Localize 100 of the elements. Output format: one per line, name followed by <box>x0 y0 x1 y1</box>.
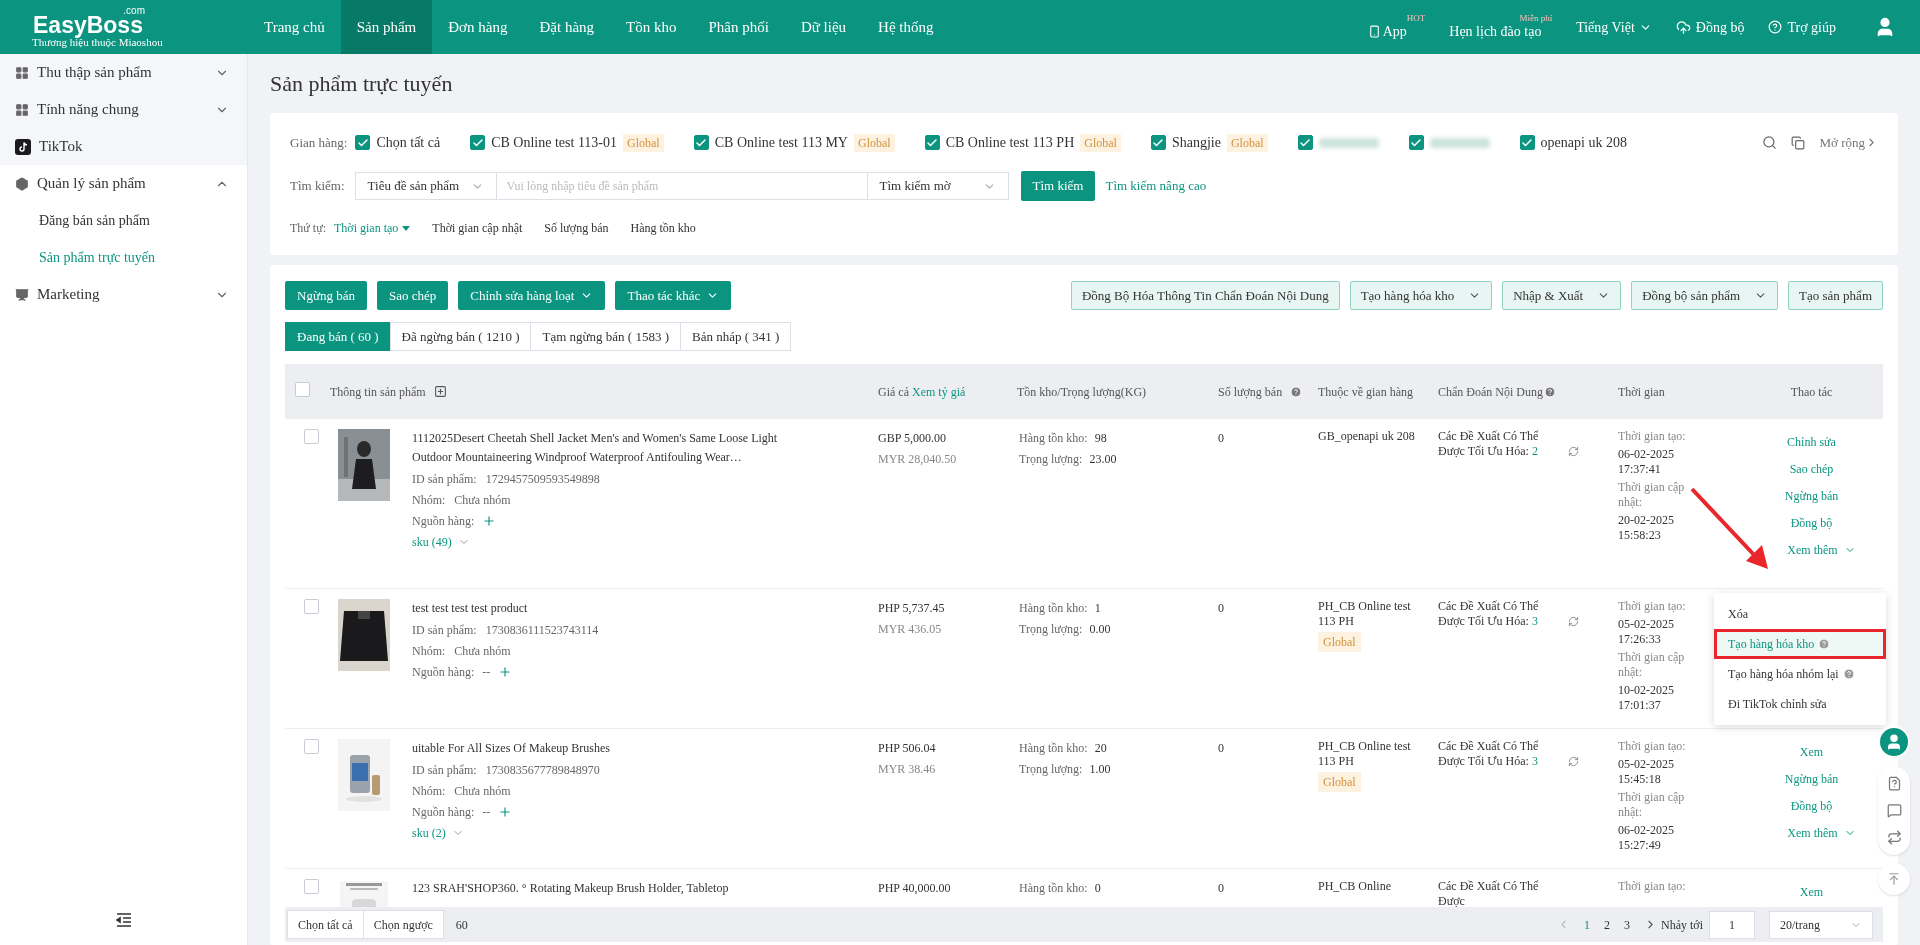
store-checkbox[interactable] <box>1408 135 1424 150</box>
nav-item[interactable]: Đặt hàng <box>523 0 611 54</box>
select-all-button[interactable]: Chọn tất cả <box>287 910 364 939</box>
sort-option[interactable]: Số lượng bán <box>544 219 609 237</box>
menu-item[interactable]: Đi TikTok chỉnh sửa <box>1714 689 1886 719</box>
action-link[interactable]: Đồng bộ <box>1790 514 1833 532</box>
store-checkbox[interactable] <box>924 135 940 150</box>
search-icon[interactable] <box>1762 135 1778 150</box>
action-link[interactable]: Chỉnh sửa <box>1787 433 1836 451</box>
logo[interactable]: EasyBoss <box>33 14 143 36</box>
page-size-select[interactable]: 20/trang <box>1769 910 1873 939</box>
search-mode-select[interactable]: Tìm kiếm mờ <box>866 172 1009 200</box>
language-select[interactable]: Tiếng Việt <box>1576 16 1652 38</box>
sync-link[interactable]: Đồng bộ <box>1675 16 1745 38</box>
sort-option[interactable]: Thời gian tạo <box>334 219 411 237</box>
row-checkbox[interactable] <box>304 739 319 754</box>
toolbar-button[interactable]: Nhập & Xuất <box>1502 281 1622 310</box>
menu-item[interactable]: Tạo hàng hóa nhóm lại <box>1714 659 1886 689</box>
page-jump-input[interactable]: 1 <box>1709 910 1755 939</box>
store-name[interactable]: Shangjie <box>1171 132 1221 153</box>
help-link[interactable]: Trợ giúp <box>1768 16 1836 38</box>
nav-item[interactable]: Tồn kho <box>610 0 693 54</box>
store-checkbox[interactable] <box>1150 135 1166 150</box>
status-tab[interactable]: Đang bán ( 60 ) <box>285 322 391 351</box>
page-number[interactable]: 3 <box>1624 915 1630 934</box>
chat-icon[interactable] <box>1886 803 1902 818</box>
more-link[interactable]: Xem thêm <box>1787 824 1856 842</box>
toolbar-button[interactable]: Ngừng bán <box>285 281 367 310</box>
search-button[interactable]: Tìm kiếm <box>1020 171 1096 201</box>
store-name[interactable]: Chọn tất cả <box>376 132 441 153</box>
action-link[interactable]: Đồng bộ <box>1790 797 1833 815</box>
toolbar-button[interactable]: Đồng Bộ Hóa Thông Tin Chẩn Đoán Nội Dung <box>1070 281 1340 310</box>
sidebar-item[interactable]: Tính năng chung <box>0 91 247 128</box>
nav-item[interactable]: Dữ liệu <box>784 0 863 54</box>
refresh-icon[interactable] <box>1568 616 1579 627</box>
row-checkbox[interactable] <box>304 599 319 614</box>
sidebar-subitem[interactable]: Đăng bán sản phẩm <box>0 202 247 239</box>
action-link[interactable]: Sao chép <box>1789 460 1834 478</box>
select-all-checkbox[interactable] <box>295 381 310 397</box>
store-name[interactable]: CB Online test 113 PH <box>945 132 1075 153</box>
store-checkbox[interactable] <box>470 135 486 150</box>
sku-toggle[interactable]: sku (49) <box>412 533 807 551</box>
expand-link[interactable]: Mở rộng <box>1819 132 1878 153</box>
add-icon[interactable] <box>498 805 513 819</box>
assistant-avatar[interactable] <box>1878 726 1910 758</box>
search-field-select[interactable]: Tiêu đề sản phẩm <box>354 172 497 200</box>
sort-option[interactable]: Thời gian cập nhật <box>432 219 523 237</box>
action-link[interactable]: Xem <box>1799 743 1824 761</box>
row-checkbox[interactable] <box>304 429 319 444</box>
invert-selection-button[interactable]: Chọn ngược <box>363 910 444 939</box>
sku-toggle[interactable]: sku (2) <box>412 824 807 842</box>
training-link[interactable]: Hẹn lịch đào tạo <box>1449 20 1542 42</box>
add-icon[interactable] <box>498 665 513 679</box>
status-tab[interactable]: Đã ngừng bán ( 1210 ) <box>389 322 532 351</box>
advanced-search-link[interactable]: Tìm kiếm nâng cao <box>1105 176 1207 196</box>
nav-item[interactable]: Hệ thống <box>862 0 950 54</box>
status-tab[interactable]: Tạm ngừng bán ( 1583 ) <box>530 322 682 351</box>
toolbar-button[interactable]: Chỉnh sửa hàng loạt <box>458 281 606 310</box>
expand-all-icon[interactable] <box>433 385 447 398</box>
sidebar-subitem[interactable]: Sản phẩm trực tuyến <box>0 239 247 276</box>
action-link[interactable]: Ngừng bán <box>1784 770 1839 788</box>
menu-item[interactable]: Tạo hàng hóa kho <box>1714 629 1886 659</box>
toolbar-button[interactable]: Đồng bộ sản phẩm <box>1631 281 1779 310</box>
sidebar-item[interactable]: Thu thập sản phẩm <box>0 54 247 91</box>
product-title[interactable]: 123 SRAH'SHOP360. ° Rotating Makeup Brush Holder, Tabletop <box>412 879 807 898</box>
action-link[interactable]: Ngừng bán <box>1784 487 1839 505</box>
store-checkbox[interactable] <box>1297 135 1313 150</box>
sidebar-item[interactable]: TikTok <box>0 128 247 165</box>
store-name[interactable]: openapi uk 208 <box>1540 132 1627 153</box>
row-checkbox[interactable] <box>304 879 319 894</box>
exchange-rate-link[interactable]: Xem tỷ giá <box>912 384 966 399</box>
product-title[interactable]: 1112025Desert Cheetah Shell Jacket Men's and Women's Same Loose Light Outdoor Mountaineering Windproof Waterproof Antifouling Wear… <box>412 429 807 467</box>
toolbar-button[interactable]: Tạo sản phẩm <box>1788 281 1883 310</box>
app-link[interactable]: App <box>1367 20 1407 42</box>
search-input[interactable]: Vui lòng nhập tiêu đề sản phẩm <box>496 172 867 200</box>
status-tab[interactable]: Bản nháp ( 341 ) <box>680 322 792 351</box>
store-checkbox[interactable] <box>355 135 371 150</box>
product-title[interactable]: uitable For All Sizes Of Makeup Brushes <box>412 739 807 758</box>
toolbar-button[interactable]: Sao chép <box>376 281 449 310</box>
switch-icon[interactable] <box>1886 830 1902 845</box>
nav-item[interactable]: Phân phối <box>692 0 785 54</box>
refresh-icon[interactable] <box>1568 756 1579 767</box>
menu-item[interactable]: Xóa <box>1714 599 1886 629</box>
store-checkbox[interactable] <box>1519 135 1535 150</box>
nav-item[interactable]: Trang chủ <box>248 0 341 54</box>
help-doc-icon[interactable] <box>1886 776 1902 791</box>
refresh-icon[interactable] <box>1568 446 1579 457</box>
toolbar-button[interactable]: Thao tác khác <box>615 281 732 310</box>
store-name[interactable]: CB Online test 113-01 <box>491 132 618 153</box>
add-icon[interactable] <box>482 514 497 528</box>
product-title[interactable]: test test test test product <box>412 599 807 618</box>
collapse-sidebar-icon[interactable] <box>115 913 132 927</box>
action-link[interactable]: Xem <box>1799 883 1824 901</box>
store-checkbox[interactable] <box>693 135 709 150</box>
sort-option[interactable]: Hàng tồn kho <box>630 219 696 237</box>
store-name[interactable]: CB Online test 113 MY <box>714 132 848 153</box>
toolbar-button[interactable]: Tạo hàng hóa kho <box>1349 281 1493 310</box>
nav-item[interactable]: Đơn hàng <box>432 0 524 54</box>
nav-item[interactable]: Sản phẩm <box>340 0 433 54</box>
more-link[interactable]: Xem thêm <box>1787 541 1856 559</box>
